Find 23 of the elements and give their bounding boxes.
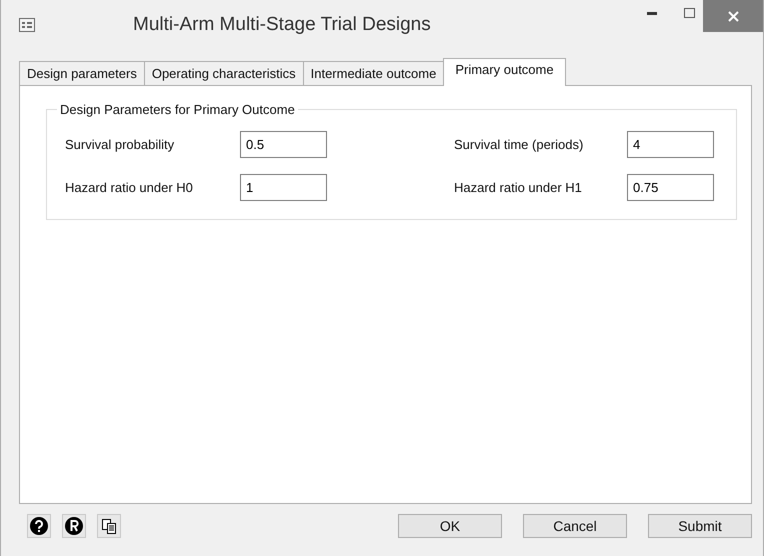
field-label: Hazard ratio under H1 <box>454 180 583 195</box>
field-label: Survival time (periods) <box>454 137 584 152</box>
close-button[interactable] <box>703 0 763 32</box>
dialog-button[interactable]: Cancel <box>523 514 627 538</box>
tab[interactable]: Primary outcome <box>443 58 566 86</box>
r-icon[interactable] <box>62 514 86 538</box>
input-field[interactable]: 0.5 <box>240 131 327 158</box>
window-title: Multi-Arm Multi-Stage Trial Designs <box>133 14 431 36</box>
field-label: Hazard ratio under H0 <box>65 180 194 195</box>
tab[interactable]: Design parameters <box>19 61 145 85</box>
dialog-button[interactable]: Submit <box>648 514 752 538</box>
input-field[interactable]: 0.75 <box>627 174 714 201</box>
dialog-button[interactable]: OK <box>398 514 502 538</box>
help-icon[interactable] <box>27 514 51 538</box>
maximize-icon[interactable] <box>684 8 694 18</box>
close-icon <box>728 10 738 22</box>
copy-icon[interactable] <box>97 514 121 538</box>
minimize-icon[interactable] <box>647 12 657 14</box>
input-field[interactable]: 4 <box>627 131 714 158</box>
input-field[interactable]: 1 <box>240 174 327 201</box>
field-label: Survival probability <box>65 137 176 152</box>
app-icon <box>19 18 35 32</box>
group-title: Design Parameters for Primary Outcome <box>59 102 296 117</box>
